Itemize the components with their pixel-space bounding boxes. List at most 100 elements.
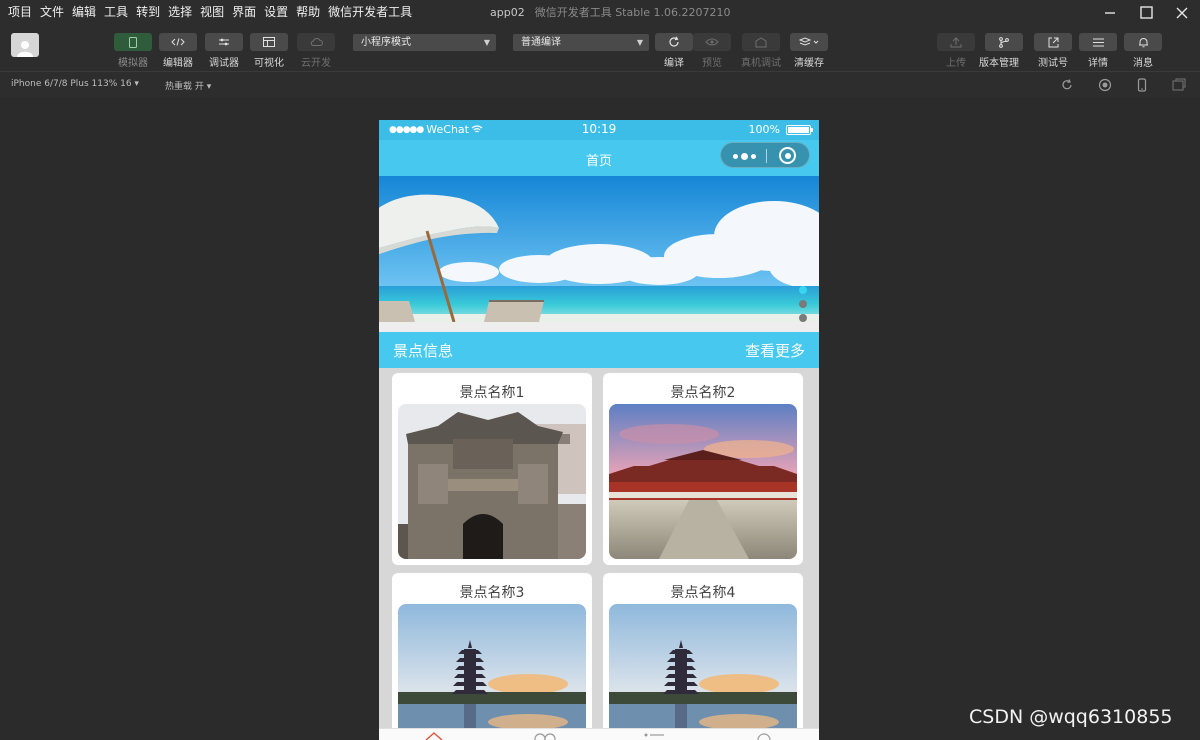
test-id-tool[interactable]: 测试号 bbox=[1034, 33, 1072, 69]
preview-tool[interactable]: 预览 bbox=[693, 33, 731, 69]
code-icon bbox=[171, 38, 185, 46]
explore-icon[interactable] bbox=[533, 731, 557, 740]
toolbar: 模拟器 编辑器 调试器 可视化 云开发 小程序模式 ▼ 普通编译 ▼ 编译 预览… bbox=[0, 25, 1200, 71]
capsule-menu bbox=[720, 142, 810, 168]
menu-devtools[interactable]: 微信开发者工具 bbox=[328, 0, 412, 25]
menu-view[interactable]: 视图 bbox=[200, 0, 224, 25]
menu-select[interactable]: 选择 bbox=[168, 0, 192, 25]
close-button[interactable] bbox=[1164, 0, 1200, 25]
more-button[interactable] bbox=[733, 153, 759, 160]
menu-edit[interactable]: 编辑 bbox=[72, 0, 96, 25]
compile-button[interactable] bbox=[655, 33, 693, 51]
upload-tool[interactable]: 上传 bbox=[937, 33, 975, 69]
external-link-icon bbox=[1048, 37, 1058, 47]
mode-select-value: 小程序模式 bbox=[361, 37, 411, 48]
compile-mode-select[interactable]: 普通编译 ▼ bbox=[513, 34, 649, 51]
version-label: 版本管理 bbox=[979, 58, 1019, 69]
user-icon bbox=[17, 41, 33, 57]
menu-file[interactable]: 文件 bbox=[40, 0, 64, 25]
messages-label: 消息 bbox=[1133, 58, 1153, 69]
debugger-label: 调试器 bbox=[209, 58, 239, 69]
archway-image bbox=[398, 404, 586, 559]
clear-cache-tool[interactable]: 清缓存 bbox=[790, 33, 828, 69]
spot-card-2[interactable]: 景点名称2 bbox=[603, 373, 803, 565]
compile-tool[interactable]: 编译 bbox=[655, 33, 693, 69]
preview-button[interactable] bbox=[693, 33, 731, 51]
simulator-tool[interactable]: 模拟器 bbox=[114, 33, 152, 69]
menu-settings[interactable]: 设置 bbox=[264, 0, 288, 25]
cloud-icon bbox=[310, 38, 323, 46]
bug-icon bbox=[755, 36, 767, 47]
spot-card-3[interactable]: 景点名称3 bbox=[392, 573, 592, 740]
watermark: CSDN @wqq6310855 bbox=[969, 706, 1173, 728]
menu-bar: 项目 文件 编辑 工具 转到 选择 视图 界面 设置 帮助 微信开发者工具 bbox=[0, 0, 420, 25]
remote-debug-button[interactable] bbox=[742, 33, 780, 51]
cloud-tool[interactable]: 云开发 bbox=[297, 33, 335, 69]
messages-button[interactable] bbox=[1124, 33, 1162, 51]
device-select[interactable]: iPhone 6/7/8 Plus 113% 16 ▾ bbox=[11, 79, 139, 89]
spot-name: 景点名称3 bbox=[459, 585, 525, 601]
clear-cache-label: 清缓存 bbox=[794, 58, 824, 69]
swiper-indicator bbox=[799, 286, 807, 322]
visual-label: 可视化 bbox=[254, 58, 284, 69]
avatar[interactable] bbox=[11, 33, 39, 57]
swiper-dot-active[interactable] bbox=[799, 286, 807, 294]
menu-interface[interactable]: 界面 bbox=[232, 0, 256, 25]
menu-icon bbox=[1092, 38, 1104, 46]
simulator-button[interactable] bbox=[114, 33, 152, 51]
debugger-tool[interactable]: 调试器 bbox=[205, 33, 243, 69]
see-more-link[interactable]: 查看更多 bbox=[745, 340, 805, 361]
menu-goto[interactable]: 转到 bbox=[136, 0, 160, 25]
spot-name: 景点名称4 bbox=[670, 585, 736, 601]
spot-card-1[interactable]: 景点名称1 bbox=[392, 373, 592, 565]
spot-card-4[interactable]: 景点名称4 bbox=[603, 573, 803, 740]
status-bar: ●●●●● WeChat 10:19 100% bbox=[379, 120, 819, 140]
list-icon[interactable] bbox=[643, 731, 665, 740]
upload-button[interactable] bbox=[937, 33, 975, 51]
minimize-button[interactable] bbox=[1092, 0, 1128, 25]
menu-help[interactable]: 帮助 bbox=[296, 0, 320, 25]
debugger-button[interactable] bbox=[205, 33, 243, 51]
mode-select[interactable]: 小程序模式 ▼ bbox=[353, 34, 496, 51]
hot-reload-toggle[interactable]: 热重载 开 ▾ bbox=[165, 79, 211, 92]
version-button[interactable] bbox=[985, 33, 1023, 51]
close-icon bbox=[1176, 7, 1188, 18]
layout-icon bbox=[263, 37, 275, 47]
details-tool[interactable]: 详情 bbox=[1079, 33, 1117, 69]
details-button[interactable] bbox=[1079, 33, 1117, 51]
tab-bar bbox=[379, 728, 819, 740]
profile-icon[interactable] bbox=[756, 731, 772, 740]
cloud-button[interactable] bbox=[297, 33, 335, 51]
battery-icon bbox=[786, 124, 813, 135]
visual-tool[interactable]: 可视化 bbox=[250, 33, 288, 69]
menu-project[interactable]: 项目 bbox=[8, 0, 32, 25]
branch-icon bbox=[999, 36, 1009, 48]
palace-image bbox=[609, 404, 797, 559]
close-miniprogram-icon[interactable] bbox=[779, 147, 796, 164]
phone-icon[interactable] bbox=[1135, 78, 1149, 92]
banner-swiper[interactable] bbox=[379, 176, 819, 322]
test-id-label: 测试号 bbox=[1038, 58, 1068, 69]
menu-tools[interactable]: 工具 bbox=[104, 0, 128, 25]
compile-label: 编译 bbox=[664, 58, 684, 69]
maximize-button[interactable] bbox=[1128, 0, 1164, 25]
editor-button[interactable] bbox=[159, 33, 197, 51]
test-id-button[interactable] bbox=[1034, 33, 1072, 51]
swiper-dot[interactable] bbox=[799, 300, 807, 308]
swiper-dot[interactable] bbox=[799, 314, 807, 322]
remote-debug-tool[interactable]: 真机调试 bbox=[741, 33, 781, 69]
visual-button[interactable] bbox=[250, 33, 288, 51]
editor-tool[interactable]: 编辑器 bbox=[159, 33, 197, 69]
clear-cache-button[interactable] bbox=[790, 33, 828, 51]
layers-icon bbox=[799, 37, 819, 46]
chevron-down-icon: ▼ bbox=[636, 38, 643, 47]
home-icon[interactable] bbox=[425, 731, 443, 740]
banner-divider bbox=[379, 322, 819, 332]
title-bar: 项目 文件 编辑 工具 转到 选择 视图 界面 设置 帮助 微信开发者工具 ap… bbox=[0, 0, 1200, 25]
record-icon[interactable] bbox=[1098, 78, 1112, 92]
version-tool[interactable]: 版本管理 bbox=[979, 33, 1023, 69]
pagoda-image bbox=[609, 604, 797, 740]
window-icon[interactable] bbox=[1172, 78, 1186, 92]
messages-tool[interactable]: 消息 bbox=[1124, 33, 1162, 69]
rotate-icon[interactable] bbox=[1060, 78, 1074, 92]
